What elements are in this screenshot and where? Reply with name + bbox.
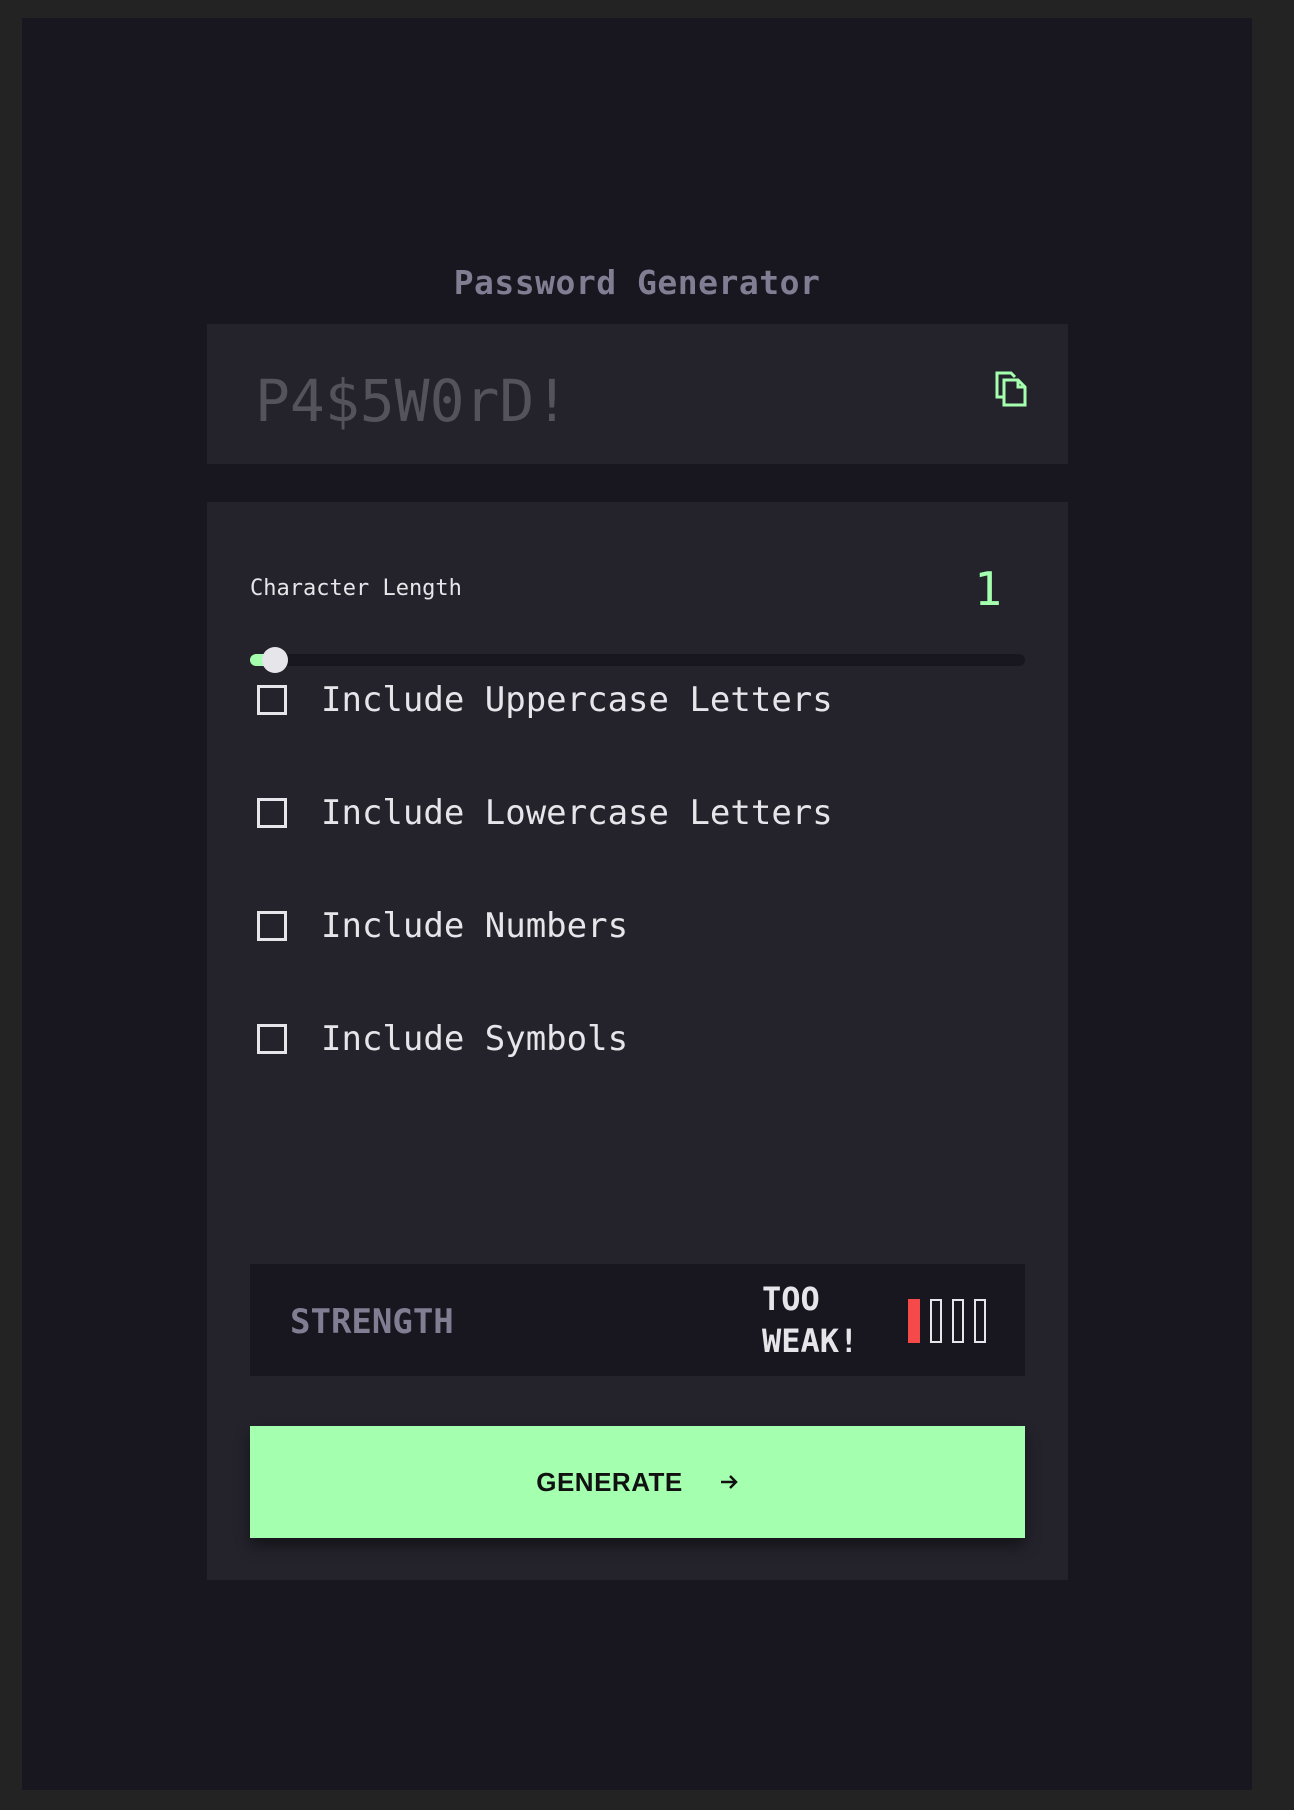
copy-icon[interactable]: [994, 370, 1028, 408]
option-symbols[interactable]: Include Symbols: [257, 1019, 628, 1059]
strength-value: TOO WEAK!: [762, 1280, 859, 1360]
option-lowercase[interactable]: Include Lowercase Letters: [257, 793, 833, 833]
strength-meter: STRENGTH TOO WEAK!: [250, 1264, 1025, 1376]
option-label: Include Numbers: [321, 906, 629, 946]
generate-button[interactable]: GENERATE: [250, 1426, 1025, 1538]
length-slider[interactable]: [250, 647, 1025, 673]
strength-label: STRENGTH: [290, 1302, 454, 1342]
option-uppercase[interactable]: Include Uppercase Letters: [257, 680, 833, 720]
strength-bar: [952, 1299, 964, 1343]
strength-bar: [930, 1299, 942, 1343]
strength-bar: [908, 1299, 920, 1343]
uppercase-checkbox[interactable]: [257, 685, 287, 715]
numbers-checkbox[interactable]: [257, 911, 287, 941]
settings-panel: Character Length 1 Include Uppercase Let…: [207, 502, 1068, 1580]
option-label: Include Symbols: [321, 1019, 629, 1059]
strength-bar: [974, 1299, 986, 1343]
option-label: Include Lowercase Letters: [321, 793, 833, 833]
arrow-right-icon: [719, 1472, 739, 1492]
app-container: Password Generator P4$5W0rD! Character L…: [22, 18, 1252, 1790]
option-numbers[interactable]: Include Numbers: [257, 906, 628, 946]
generate-label: GENERATE: [536, 1466, 683, 1497]
symbols-checkbox[interactable]: [257, 1024, 287, 1054]
option-label: Include Uppercase Letters: [321, 680, 833, 720]
slider-thumb[interactable]: [262, 647, 288, 673]
length-value: 1: [974, 562, 1002, 616]
strength-bars: [908, 1299, 986, 1343]
page-title: Password Generator: [453, 263, 821, 302]
lowercase-checkbox[interactable]: [257, 798, 287, 828]
password-display: P4$5W0rD!: [207, 324, 1068, 464]
length-label: Character Length: [250, 576, 462, 601]
password-output[interactable]: P4$5W0rD!: [255, 366, 569, 436]
